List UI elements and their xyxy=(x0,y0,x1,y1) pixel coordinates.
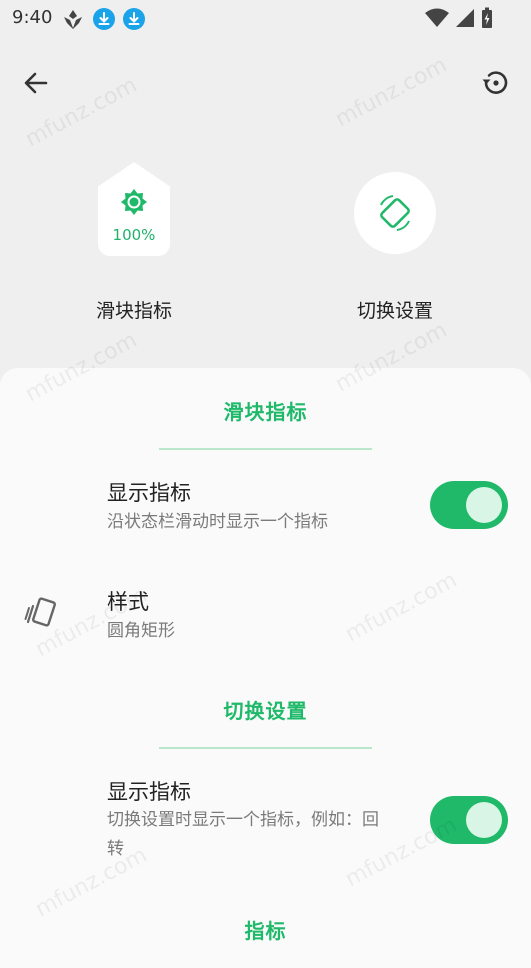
section-title-indicator: 指标 xyxy=(244,919,287,943)
status-bar: 9:40 xyxy=(0,0,531,36)
slider-show-indicator-title: 显示指标 xyxy=(107,481,191,505)
switch-show-indicator-toggle[interactable] xyxy=(430,796,508,844)
switch-show-indicator-title: 显示指标 xyxy=(107,780,191,804)
switch-setting-label: 切换设置 xyxy=(356,300,433,322)
slider-show-indicator-toggle[interactable] xyxy=(430,481,508,529)
back-button[interactable] xyxy=(18,65,54,101)
toggle-knob xyxy=(466,487,502,523)
status-time: 9:40 xyxy=(12,7,53,28)
signal-icon xyxy=(456,9,474,27)
switch-show-indicator-subtitle: 切换设置时显示一个指标，例如：回转 xyxy=(107,810,379,859)
toggle-knob xyxy=(466,802,502,838)
arrow-left-icon xyxy=(24,72,48,94)
battery-charging-icon xyxy=(482,7,492,28)
slider-percent: 100% xyxy=(112,226,156,244)
style-title: 样式 xyxy=(107,590,149,614)
watermark: mfunz.com xyxy=(331,52,452,133)
system-icons xyxy=(425,7,493,29)
section-divider xyxy=(159,448,372,450)
style-cards-icon xyxy=(24,597,56,627)
slider-show-indicator-subtitle: 沿状态栏滑动时显示一个指标 xyxy=(107,512,328,532)
notification-icons xyxy=(61,8,145,30)
download-icon xyxy=(93,8,115,30)
app-notification-icon xyxy=(64,10,82,29)
rotate-icon xyxy=(380,195,410,231)
restore-icon xyxy=(482,71,508,94)
settings-sheet[interactable] xyxy=(0,368,531,968)
brightness-icon xyxy=(121,189,147,215)
section-title-slider: 滑块指标 xyxy=(223,400,308,424)
restore-defaults-button[interactable] xyxy=(477,65,513,101)
slider-indicator-label: 滑块指标 xyxy=(95,300,172,322)
slider-indicator-pill: 100% xyxy=(98,162,170,256)
section-divider xyxy=(159,747,372,749)
download-icon xyxy=(123,8,145,30)
section-title-switch: 切换设置 xyxy=(223,699,308,723)
style-subtitle: 圆角矩形 xyxy=(107,621,175,641)
wifi-icon xyxy=(425,8,449,27)
switch-setting-circle xyxy=(354,172,436,254)
